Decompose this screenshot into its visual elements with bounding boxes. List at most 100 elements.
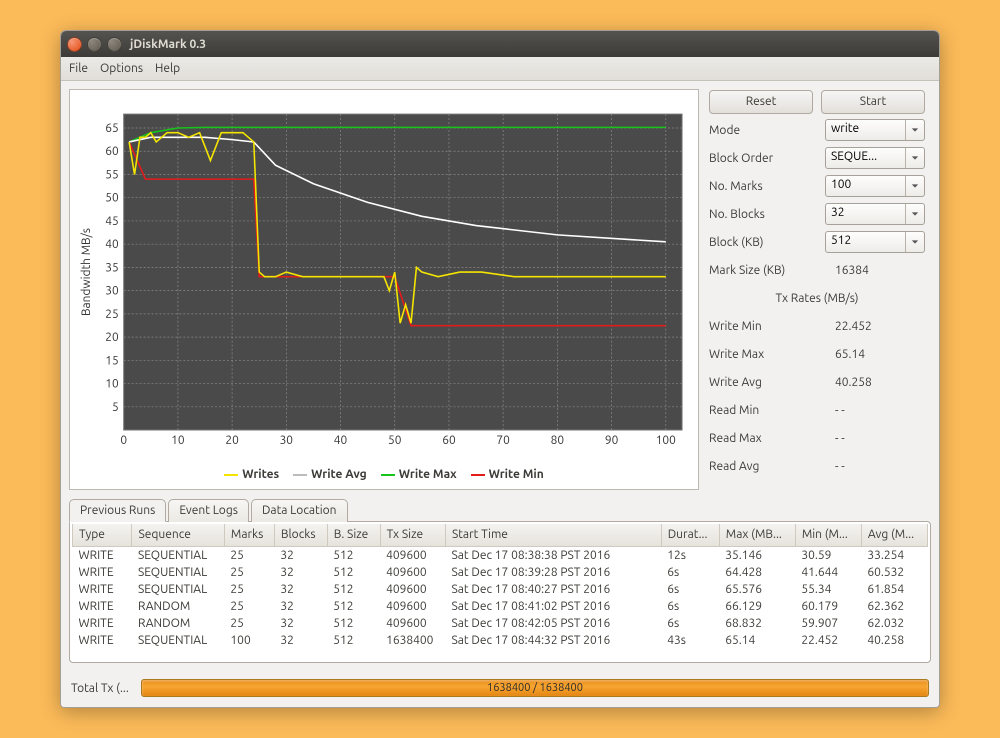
write-min-label: Write Min [709, 320, 835, 333]
svg-text:5: 5 [112, 401, 119, 414]
close-icon[interactable] [67, 37, 82, 52]
table-row[interactable]: WRITESEQUENTIAL2532512409600Sat Dec 17 0… [73, 546, 928, 564]
tx-rates-header: Tx Rates (MB/s) [709, 292, 925, 305]
mark-size-label: Mark Size (KB) [709, 264, 835, 277]
runs-table: TypeSequenceMarksBlocksB. SizeTx SizeSta… [72, 524, 928, 649]
svg-text:60: 60 [105, 145, 119, 158]
write-avg-value: 40.258 [835, 376, 925, 389]
col-header[interactable]: Type [73, 524, 132, 546]
table-row[interactable]: WRITERANDOM2532512409600Sat Dec 17 08:42… [73, 615, 928, 632]
window-title: jDiskMark 0.3 [130, 38, 206, 51]
table-row[interactable]: WRITESEQUENTIAL2532512409600Sat Dec 17 0… [73, 564, 928, 581]
read-max-value: - - [835, 432, 925, 445]
legend-max: Write Max [399, 468, 457, 481]
chart-legend: Writes Write Avg Write Max Write Min [76, 464, 692, 487]
col-header[interactable]: Max (MB... [719, 524, 795, 546]
table-row[interactable]: WRITESEQUENTIAL100325121638400Sat Dec 17… [73, 632, 928, 649]
col-header[interactable]: Blocks [274, 524, 327, 546]
svg-text:40: 40 [334, 434, 348, 447]
svg-text:20: 20 [225, 434, 239, 447]
reset-button[interactable]: Reset [709, 90, 813, 114]
col-header[interactable]: Start Time [445, 524, 661, 546]
read-avg-label: Read Avg [709, 460, 835, 473]
block-kb-label: Block (KB) [709, 236, 825, 249]
svg-text:30: 30 [280, 434, 294, 447]
svg-text:0: 0 [120, 434, 127, 447]
col-header[interactable]: Tx Size [380, 524, 445, 546]
svg-text:10: 10 [171, 434, 185, 447]
menu-options[interactable]: Options [100, 62, 143, 75]
chevron-down-icon [906, 148, 924, 168]
legend-avg: Write Avg [311, 468, 367, 481]
mark-size-value: 16384 [835, 264, 925, 277]
no-blocks-select[interactable]: 32 [825, 203, 925, 225]
svg-text:70: 70 [496, 434, 510, 447]
read-avg-value: - - [835, 460, 925, 473]
maximize-icon[interactable] [107, 37, 122, 52]
col-header[interactable]: Sequence [132, 524, 224, 546]
svg-text:20: 20 [105, 331, 119, 344]
svg-text:80: 80 [551, 434, 565, 447]
no-marks-select[interactable]: 100 [825, 175, 925, 197]
col-header[interactable]: B. Size [327, 524, 380, 546]
col-header[interactable]: Avg (M... [861, 524, 927, 546]
total-tx-label: Total Tx (... [71, 682, 133, 695]
mode-label: Mode [709, 124, 825, 137]
svg-text:40: 40 [105, 238, 119, 251]
menu-file[interactable]: File [69, 62, 88, 75]
tab-strip: Previous Runs Event Logs Data Location [69, 499, 931, 522]
minimize-icon[interactable] [87, 37, 102, 52]
legend-writes: Writes [242, 468, 279, 481]
block-kb-select[interactable]: 512 [825, 231, 925, 253]
svg-text:100: 100 [656, 434, 676, 447]
read-max-label: Read Max [709, 432, 835, 445]
read-min-value: - - [835, 404, 925, 417]
legend-min: Write Min [489, 468, 544, 481]
side-panel: Reset Start Mode write Block Order SEQUE… [705, 89, 931, 490]
titlebar[interactable]: jDiskMark 0.3 [61, 31, 939, 57]
svg-text:50: 50 [105, 192, 119, 205]
block-order-label: Block Order [709, 152, 825, 165]
chevron-down-icon [906, 204, 924, 224]
svg-text:25: 25 [105, 308, 118, 321]
chevron-down-icon [906, 176, 924, 196]
bandwidth-chart: 5101520253035404550556065010203040506070… [76, 96, 692, 464]
read-min-label: Read Min [709, 404, 835, 417]
chevron-down-icon [906, 232, 924, 252]
table-row[interactable]: WRITERANDOM2532512409600Sat Dec 17 08:41… [73, 598, 928, 615]
svg-text:60: 60 [442, 434, 456, 447]
runs-table-panel: TypeSequenceMarksBlocksB. SizeTx SizeSta… [69, 521, 931, 663]
statusbar: Total Tx (... 1638400 / 1638400 [61, 671, 939, 707]
start-button[interactable]: Start [821, 90, 925, 114]
col-header[interactable]: Min (M... [795, 524, 861, 546]
chevron-down-icon [906, 120, 924, 140]
svg-text:50: 50 [388, 434, 402, 447]
chart-panel: 5101520253035404550556065010203040506070… [69, 89, 699, 490]
write-min-value: 22.452 [835, 320, 925, 333]
menu-help[interactable]: Help [155, 62, 180, 75]
write-avg-label: Write Avg [709, 376, 835, 389]
tab-data-location[interactable]: Data Location [251, 499, 348, 522]
progress-text: 1638400 / 1638400 [142, 680, 928, 696]
svg-text:35: 35 [105, 261, 118, 274]
svg-text:Bandwidth MB/s: Bandwidth MB/s [80, 228, 93, 316]
table-row[interactable]: WRITESEQUENTIAL2532512409600Sat Dec 17 0… [73, 581, 928, 598]
svg-text:90: 90 [605, 434, 619, 447]
col-header[interactable]: Durat... [661, 524, 719, 546]
svg-text:15: 15 [105, 354, 118, 367]
write-max-label: Write Max [709, 348, 835, 361]
app-window: jDiskMark 0.3 File Options Help 5 10 15 20 2… [60, 30, 940, 708]
svg-text:65: 65 [105, 122, 118, 135]
tab-event-logs[interactable]: Event Logs [168, 499, 249, 522]
svg-text:55: 55 [105, 168, 118, 181]
no-blocks-label: No. Blocks [709, 208, 825, 221]
menubar: File Options Help [61, 57, 939, 81]
block-order-select[interactable]: SEQUE... [825, 147, 925, 169]
svg-text:30: 30 [105, 285, 119, 298]
mode-select[interactable]: write [825, 119, 925, 141]
tab-previous-runs[interactable]: Previous Runs [69, 499, 166, 522]
no-marks-label: No. Marks [709, 180, 825, 193]
col-header[interactable]: Marks [224, 524, 274, 546]
progress-bar: 1638400 / 1638400 [141, 679, 929, 697]
svg-text:45: 45 [105, 215, 118, 228]
